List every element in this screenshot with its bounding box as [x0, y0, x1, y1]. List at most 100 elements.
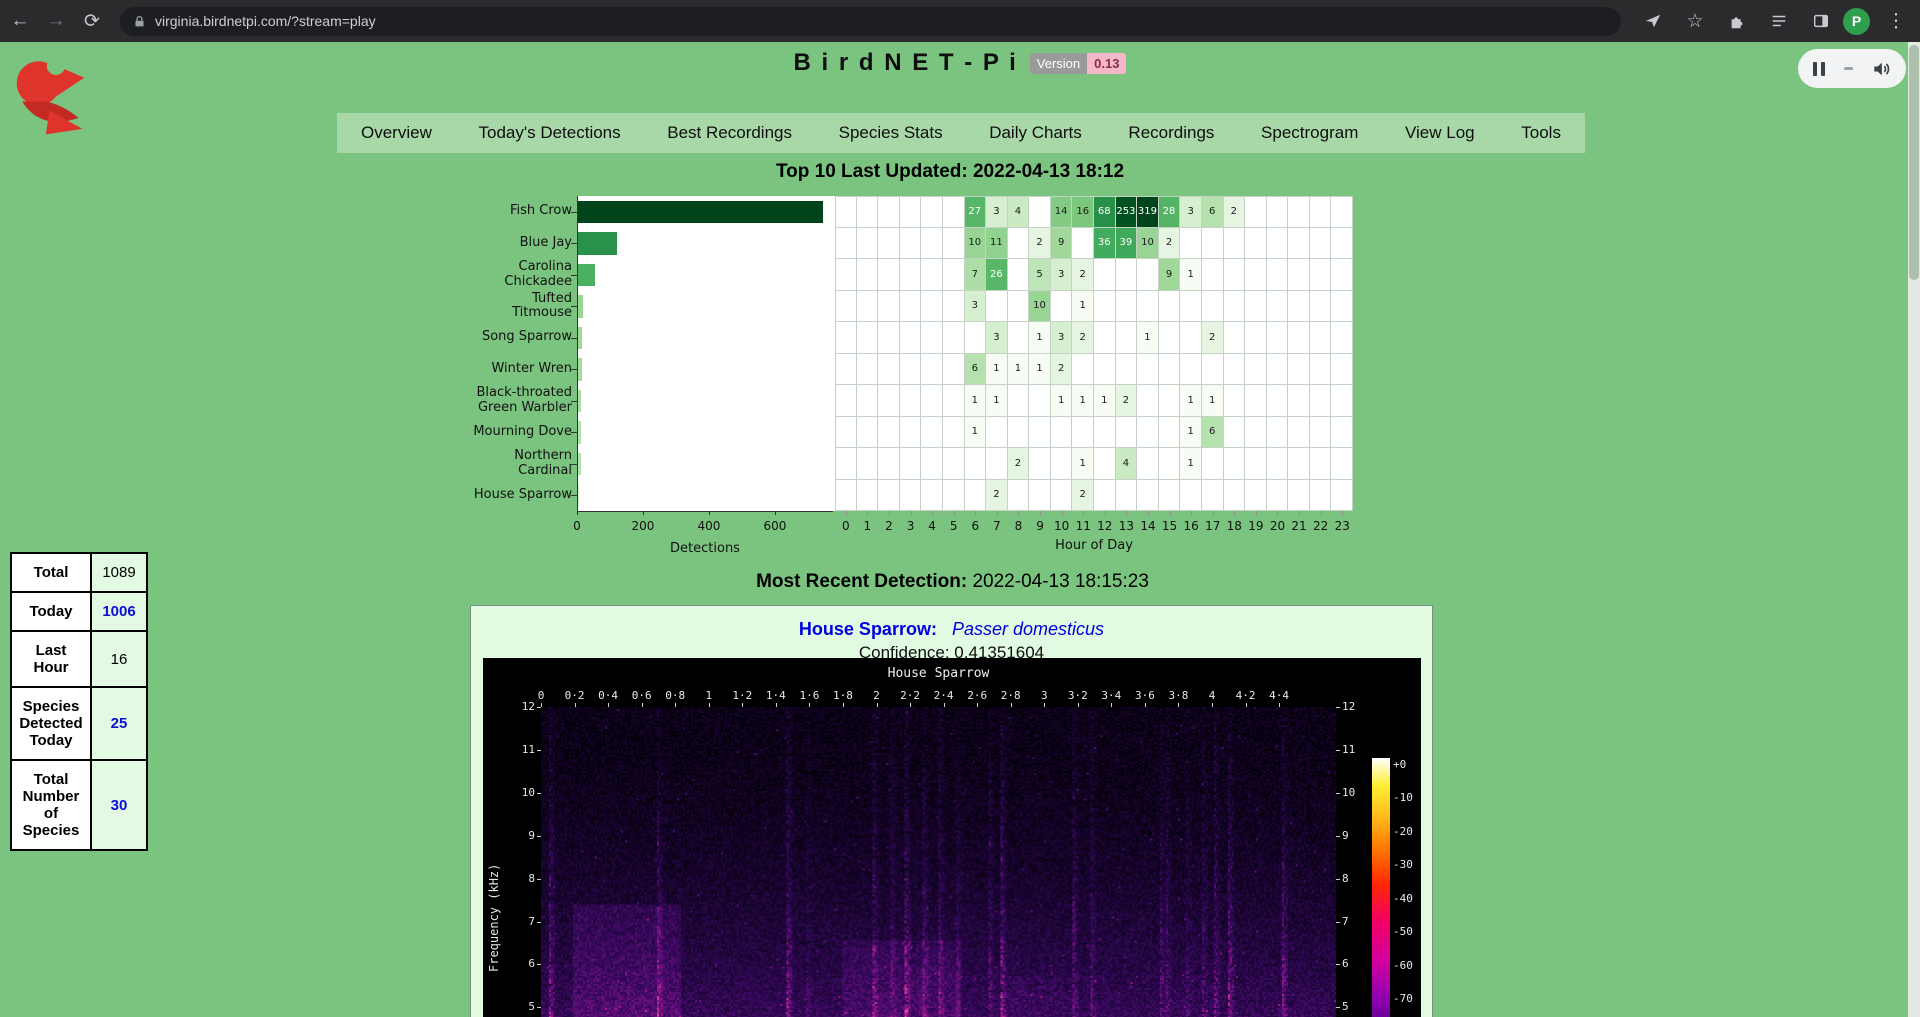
spectro-y-tick-left: 9 [509, 829, 535, 842]
detection-scientific-name[interactable]: Passer domesticus [952, 619, 1104, 639]
browser-chrome: ← → ⟳ virginia.birdnetpi.com/?stream=pla… [0, 0, 1920, 42]
spectro-x-tick-label: 4·4 [1262, 689, 1296, 702]
stat-value[interactable]: 30 [91, 760, 147, 850]
nav-item-tools[interactable]: Tools [1513, 123, 1569, 143]
heat-cell: 28 [1159, 196, 1181, 228]
hour-tick-mark [932, 511, 933, 515]
heat-cell [1267, 259, 1289, 291]
heat-cell [1051, 417, 1073, 449]
heat-cell [1029, 417, 1051, 449]
hour-tick-label: 14 [1138, 519, 1158, 533]
spectro-y-tick-left: 10 [509, 786, 535, 799]
profile-avatar[interactable]: P [1843, 8, 1870, 35]
nav-item-best-recordings[interactable]: Best Recordings [659, 123, 800, 143]
hour-tick-label: 1 [857, 519, 877, 533]
species-label: House Sparrow [470, 480, 572, 512]
spectro-x-tick-label: 1·8 [826, 689, 860, 702]
heat-cell: 10 [1137, 228, 1159, 260]
heat-cell [1159, 448, 1181, 480]
spectro-x-tick-label: 1·6 [792, 689, 826, 702]
nav-item-spectrogram[interactable]: Spectrogram [1253, 123, 1366, 143]
nav-item-today-s-detections[interactable]: Today's Detections [470, 123, 628, 143]
pause-button[interactable] [1813, 62, 1825, 76]
chart-y-axis [577, 196, 578, 511]
detections-bar [578, 358, 582, 381]
heat-cell [1267, 228, 1289, 260]
nav-item-daily-charts[interactable]: Daily Charts [981, 123, 1090, 143]
colorbar-tick-label: -20 [1393, 825, 1423, 838]
hour-tick-label: 5 [944, 519, 964, 533]
heat-cell [900, 480, 922, 512]
species-label: Black-throated Green Warbler [470, 385, 572, 417]
heat-cell [965, 448, 987, 480]
hour-tick-mark [997, 511, 998, 515]
menu-kebab-icon[interactable]: ⋮ [1880, 5, 1912, 37]
reading-list-icon[interactable] [1763, 5, 1795, 37]
heat-cell [1202, 354, 1224, 386]
heat-cell [900, 448, 922, 480]
hour-tick-mark [1213, 511, 1214, 515]
reload-button[interactable]: ⟳ [76, 5, 108, 37]
stat-value[interactable]: 1006 [91, 592, 147, 631]
nav-item-species-stats[interactable]: Species Stats [831, 123, 951, 143]
heat-cell [1137, 385, 1159, 417]
heat-cell: 2 [986, 480, 1008, 512]
heat-cell [1267, 385, 1289, 417]
hour-tick-label: 7 [987, 519, 1007, 533]
spectro-x-tick-mark [944, 703, 945, 707]
back-button[interactable]: ← [4, 5, 36, 37]
stat-value[interactable]: 25 [91, 687, 147, 760]
heat-cell [943, 480, 965, 512]
heat-cell [1159, 322, 1181, 354]
bookmark-star-icon[interactable]: ☆ [1679, 5, 1711, 37]
hour-tick-label: 8 [1008, 519, 1028, 533]
extensions-puzzle-icon[interactable] [1721, 5, 1753, 37]
nav-item-overview[interactable]: Overview [353, 123, 440, 143]
detections-bar [578, 201, 823, 224]
volume-icon[interactable] [1871, 59, 1891, 79]
heat-cell [878, 322, 900, 354]
spectro-ylabel: Frequency (kHz) [487, 788, 503, 1017]
url-bar[interactable]: virginia.birdnetpi.com/?stream=play [120, 7, 1621, 36]
scrollbar-thumb[interactable] [1909, 45, 1919, 280]
spectro-x-tick-label: 0·4 [591, 689, 625, 702]
heat-cell [1159, 480, 1181, 512]
heat-axis-label: Hour of Day [835, 538, 1353, 553]
spectro-x-tick-label: 2·2 [893, 689, 927, 702]
species-axis-tick [571, 338, 577, 339]
heat-cell [1159, 291, 1181, 323]
colorbar-tick-label: -60 [1393, 959, 1423, 972]
heat-cell: 2 [1224, 196, 1246, 228]
heat-cell [1116, 354, 1138, 386]
side-panel-icon[interactable] [1805, 5, 1837, 37]
detection-common-name[interactable]: House Sparrow: [799, 619, 937, 639]
spectro-y-tick-mark-right [1336, 793, 1340, 794]
species-axis-tick [571, 432, 577, 433]
nav-item-view-log[interactable]: View Log [1397, 123, 1483, 143]
heat-cell [1008, 480, 1030, 512]
heat-cell [878, 385, 900, 417]
heat-cell [921, 385, 943, 417]
heat-cell [1245, 259, 1267, 291]
hour-tick-label: 2 [879, 519, 899, 533]
detections-bar [578, 264, 595, 287]
heat-cell [1202, 259, 1224, 291]
heat-cell [1224, 448, 1246, 480]
spectrogram-title: House Sparrow [541, 666, 1336, 681]
stats-row: Last Hour16 [11, 631, 147, 687]
detections-bar [578, 484, 579, 507]
stat-label: Species Detected Today [11, 687, 91, 760]
heat-cell [1008, 228, 1030, 260]
heat-cell [1310, 354, 1332, 386]
heat-cell: 2 [1159, 228, 1181, 260]
heat-cell [1008, 417, 1030, 449]
forward-button[interactable]: → [40, 5, 72, 37]
heat-cell: 16 [1072, 196, 1094, 228]
heat-cell: 2 [1008, 448, 1030, 480]
nav-item-recordings[interactable]: Recordings [1120, 123, 1222, 143]
spectro-y-tick-right: 12 [1342, 700, 1368, 713]
species-axis-tick [571, 369, 577, 370]
heat-cell [1267, 322, 1289, 354]
species-axis-tick [571, 275, 577, 276]
share-icon[interactable] [1637, 5, 1669, 37]
